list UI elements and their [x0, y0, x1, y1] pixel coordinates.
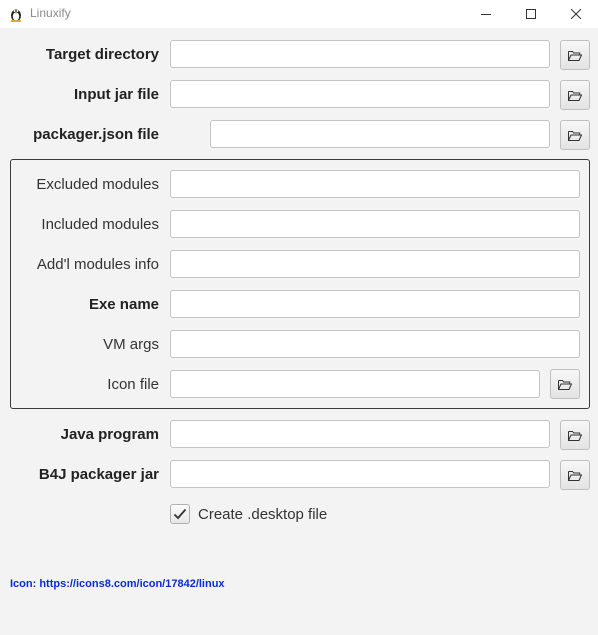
folder-open-icon: [568, 430, 582, 441]
linux-tux-icon: [10, 9, 22, 22]
vm-args-field[interactable]: [170, 330, 580, 358]
included-modules-label: Included modules: [41, 216, 159, 233]
excluded-modules-field[interactable]: [170, 170, 580, 198]
excluded-modules-label: Excluded modules: [36, 176, 159, 193]
checkmark-icon: [173, 508, 187, 520]
window-title: Linuxify: [30, 6, 71, 20]
title-bar: Linuxify: [0, 0, 598, 28]
minimize-icon: [481, 14, 491, 15]
minimize-button[interactable]: [463, 0, 509, 28]
packager-json-file-label: packager.json file: [33, 126, 159, 143]
java-program-browse-button[interactable]: [560, 420, 590, 450]
folder-open-icon: [568, 50, 582, 61]
java-program-field[interactable]: [170, 420, 550, 448]
addl-modules-info-label: Add'l modules info: [36, 256, 159, 273]
close-icon: [571, 9, 581, 19]
included-modules-field[interactable]: [170, 210, 580, 238]
create-desktop-file-label[interactable]: Create .desktop file: [198, 505, 327, 525]
folder-open-icon: [568, 90, 582, 101]
icon-file-label: Icon file: [107, 376, 159, 393]
input-jar-file-field[interactable]: [170, 80, 550, 108]
icon-file-browse-button[interactable]: [550, 369, 580, 399]
packager-json-file-field[interactable]: [210, 120, 550, 148]
maximize-button[interactable]: [508, 0, 554, 28]
b4j-packager-jar-label: B4J packager jar: [38, 466, 159, 483]
exe-name-field[interactable]: [170, 290, 580, 318]
target-directory-label: Target directory: [45, 46, 159, 63]
addl-modules-info-field[interactable]: [170, 250, 580, 278]
create-desktop-file-checkbox[interactable]: [170, 504, 190, 524]
folder-open-icon: [558, 379, 572, 390]
vm-args-label: VM args: [103, 336, 159, 353]
b4j-packager-jar-field[interactable]: [170, 460, 550, 488]
input-jar-file-label: Input jar file: [73, 86, 159, 103]
b4j-packager-jar-browse-button[interactable]: [560, 460, 590, 490]
input-jar-file-browse-button[interactable]: [560, 80, 590, 110]
close-button[interactable]: [553, 0, 598, 28]
folder-open-icon: [568, 470, 582, 481]
target-directory-field[interactable]: [170, 40, 550, 68]
exe-name-label: Exe name: [88, 296, 159, 313]
icon-file-field[interactable]: [170, 370, 540, 398]
target-directory-browse-button[interactable]: [560, 40, 590, 70]
folder-open-icon: [568, 130, 582, 141]
packager-json-file-browse-button[interactable]: [560, 120, 590, 150]
icon-credit-link[interactable]: Icon: https://icons8.com/icon/17842/linu…: [10, 578, 225, 590]
java-program-label: Java program: [60, 426, 159, 443]
maximize-icon: [526, 9, 536, 19]
